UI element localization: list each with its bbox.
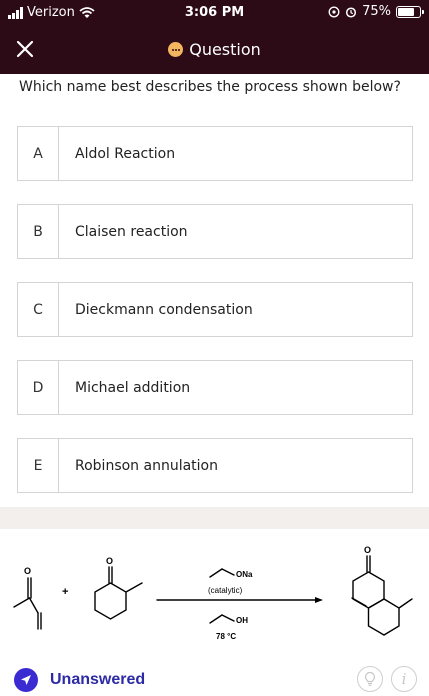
status-text: Unanswered	[50, 671, 146, 688]
option-label: Michael addition	[75, 379, 191, 396]
option-label: Dieckmann condensation	[75, 301, 253, 318]
option-label: Robinson annulation	[75, 457, 218, 474]
base-label: ONa	[236, 570, 253, 579]
send-icon	[14, 668, 38, 692]
status-bar: Verizon 3:06 PM 75%	[0, 0, 429, 26]
answer-status: Unanswered	[14, 668, 145, 692]
atom-label-o: O	[106, 556, 113, 566]
battery-percent: 75%	[362, 4, 391, 19]
footer: Unanswered i	[0, 660, 429, 696]
option-c[interactable]: C Dieckmann condensation	[17, 282, 413, 337]
alarm-icon	[346, 6, 357, 18]
atom-label-o: O	[24, 566, 31, 576]
option-label: Claisen reaction	[75, 223, 188, 240]
reaction-scheme: O O O + ONa (catalytic) OH 78 °C	[13, 545, 413, 641]
option-label: Aldol Reaction	[75, 145, 176, 162]
plus-sign: +	[62, 586, 68, 598]
catalytic-label: (catalytic)	[208, 586, 243, 595]
info-icon[interactable]: i	[391, 666, 417, 692]
arrow-head	[315, 597, 323, 603]
location-lock-icon	[328, 6, 340, 17]
product-bicyclic-enone	[351, 555, 413, 636]
chat-bubble-icon	[168, 42, 184, 57]
question-text: Which name best describes the process sh…	[19, 79, 401, 95]
solvent-skeleton	[209, 614, 223, 624]
header-title-group: Question	[0, 40, 429, 59]
section-divider	[0, 507, 429, 529]
option-a[interactable]: A Aldol Reaction	[17, 126, 413, 181]
footer-actions: i	[357, 666, 417, 692]
option-letter: A	[18, 127, 59, 180]
option-e[interactable]: E Robinson annulation	[17, 438, 413, 493]
status-right: 75%	[328, 4, 424, 19]
reactant-enone	[13, 577, 42, 630]
app-header: Verizon 3:06 PM 75% Question	[0, 0, 429, 74]
option-b[interactable]: B Claisen reaction	[17, 204, 413, 259]
option-d[interactable]: D Michael addition	[17, 360, 413, 415]
option-letter: D	[18, 361, 59, 414]
page-title: Question	[189, 40, 261, 59]
reactant-cyclohexanone	[94, 566, 143, 620]
base-skeleton	[209, 568, 223, 578]
hint-lightbulb-icon[interactable]	[357, 666, 383, 692]
temperature-label: 78 °C	[216, 632, 236, 641]
option-letter: B	[18, 205, 59, 258]
atom-label-o: O	[364, 545, 371, 555]
battery-icon	[396, 5, 424, 18]
solvent-label: OH	[236, 616, 248, 625]
option-letter: E	[18, 439, 59, 492]
option-letter: C	[18, 283, 59, 336]
